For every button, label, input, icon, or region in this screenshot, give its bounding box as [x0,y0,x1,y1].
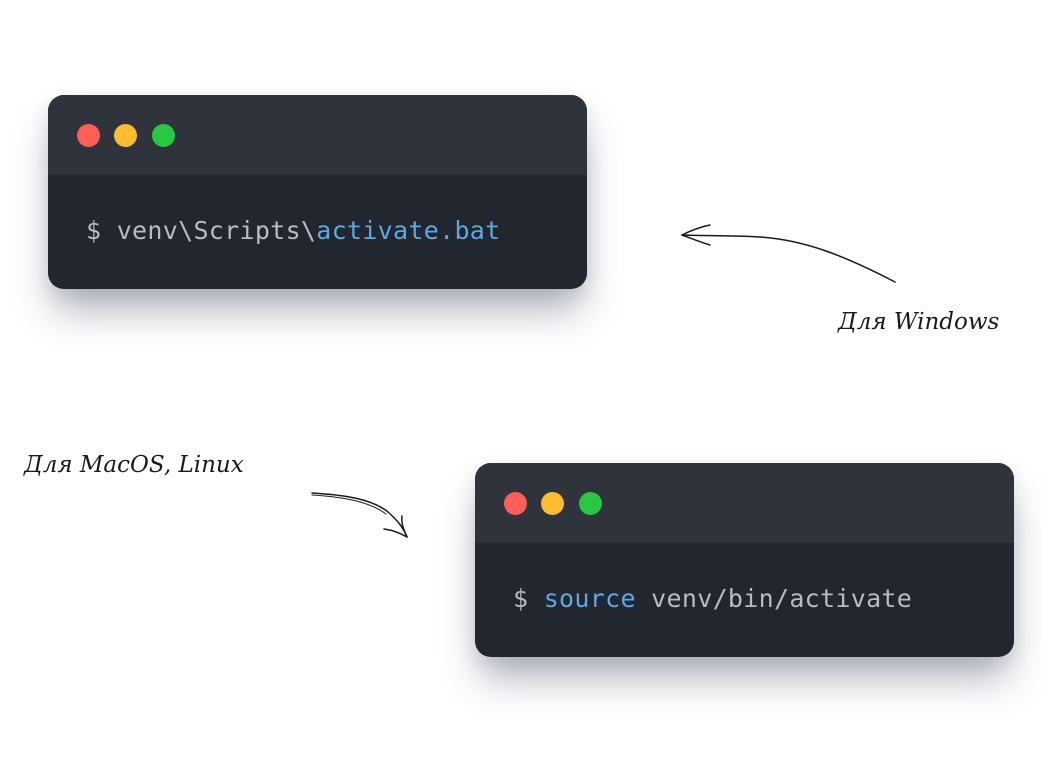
arrow-to-windows-icon [311,224,896,538]
